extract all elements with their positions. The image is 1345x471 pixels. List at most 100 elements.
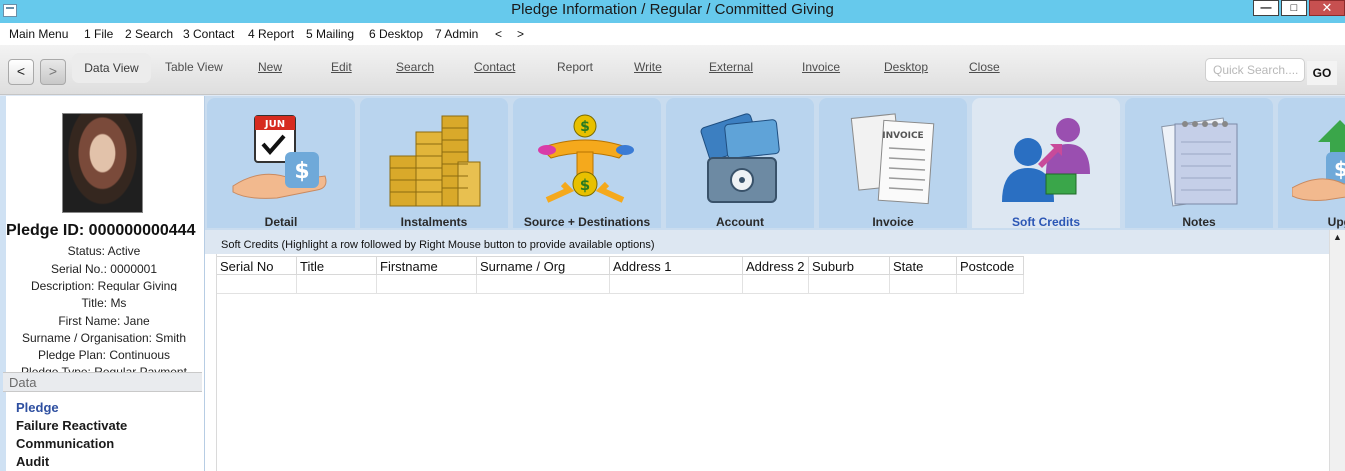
tab-invoice[interactable]: INVOICE Invoice <box>819 98 967 229</box>
quick-search-input[interactable]: Quick Search.... <box>1205 58 1305 82</box>
toolbar: < > Data View Table View New Edit Search… <box>0 45 1345 95</box>
tab-instalments-label: Instalments <box>400 215 468 229</box>
col-address-1[interactable]: Address 1 <box>610 256 743 275</box>
edit-button[interactable]: Edit <box>331 60 352 74</box>
serial-line: Serial No.: 0000001 <box>50 262 158 276</box>
tab-instalments[interactable]: Instalments <box>360 98 508 229</box>
tab-upgrade[interactable]: $ Upgrade <box>1278 98 1345 229</box>
record-summary-panel: Pledge ID: 000000000444 Status: Active S… <box>0 96 205 471</box>
col-firstname[interactable]: Firstname <box>377 256 477 275</box>
menu-main-menu[interactable]: Main Menu <box>9 27 68 41</box>
grid-cell[interactable] <box>610 275 743 294</box>
menu-contact[interactable]: 3 Contact <box>183 27 234 41</box>
maximize-button[interactable]: □ <box>1281 0 1307 16</box>
tab-account[interactable]: Account <box>666 98 814 229</box>
close-window-button[interactable]: ✕ <box>1309 0 1345 16</box>
tab-account-label: Account <box>716 215 764 229</box>
credit-card-safe-icon <box>700 113 780 203</box>
tab-notes-label: Notes <box>1182 215 1216 229</box>
contact-button[interactable]: Contact <box>474 60 515 74</box>
dollar-routing-icon: $ $ <box>538 114 634 203</box>
svg-text:$: $ <box>294 159 309 184</box>
grid-cell[interactable] <box>377 275 477 294</box>
close-label: Close <box>969 60 1000 74</box>
svg-text:$: $ <box>580 176 590 194</box>
svg-text:JUN: JUN <box>264 119 285 130</box>
users-transfer-icon <box>1002 118 1090 202</box>
grid-cell[interactable] <box>217 275 297 294</box>
menu-desktop[interactable]: 6 Desktop <box>369 27 423 41</box>
report-button[interactable]: Report <box>557 60 593 74</box>
title-bar: Pledge Information / Regular / Committed… <box>0 0 1345 23</box>
description-line: Description: Regular Giving <box>30 279 178 291</box>
coin-stacks-icon <box>389 115 481 207</box>
tab-detail[interactable]: JUN $ Detail <box>207 98 355 229</box>
col-suburb[interactable]: Suburb <box>809 256 890 275</box>
window-title: Pledge Information / Regular / Committed… <box>511 1 834 18</box>
grid-cell[interactable] <box>890 275 957 294</box>
invoice-button[interactable]: Invoice <box>802 60 840 74</box>
upgrade-arrow-icon: $ <box>1292 120 1345 201</box>
data-link-failure-reactivate[interactable]: Failure Reactivate <box>16 418 127 433</box>
invoice-document-icon: INVOICE <box>850 113 935 205</box>
menu-search[interactable]: 2 Search <box>125 27 173 41</box>
soft-credits-grid[interactable]: Serial No Title Firstname Surname / Org … <box>216 254 1314 471</box>
menu-bar: Main Menu 1 File 2 Search 3 Contact 4 Re… <box>0 23 1345 45</box>
desktop-button[interactable]: Desktop <box>884 60 928 74</box>
data-section-header: Data <box>3 372 202 392</box>
contact-label: Contact <box>474 60 516 74</box>
search-button[interactable]: Search <box>396 60 434 74</box>
col-serial-no[interactable]: Serial No <box>217 256 297 275</box>
close-button[interactable]: Close <box>969 60 1000 74</box>
forward-button[interactable]: > <box>40 59 66 85</box>
menu-report[interactable]: 4 Report <box>248 27 294 41</box>
menu-mailing[interactable]: 5 Mailing <box>306 27 354 41</box>
tab-notes[interactable]: Notes <box>1125 98 1273 229</box>
title-line: Title: Ms <box>81 296 127 310</box>
grid-cell[interactable] <box>957 275 1024 294</box>
tab-detail-label: Detail <box>264 215 298 229</box>
svg-text:INVOICE: INVOICE <box>882 131 923 141</box>
col-postcode[interactable]: Postcode <box>957 256 1024 275</box>
grid-cell[interactable] <box>743 275 809 294</box>
first-name-line: First Name: Jane <box>58 314 150 328</box>
new-label: New <box>258 60 283 74</box>
data-link-audit[interactable]: Audit <box>16 454 49 469</box>
col-surname-org[interactable]: Surname / Org <box>477 256 610 275</box>
notepad-icon <box>1161 117 1238 207</box>
external-label: External <box>709 60 754 74</box>
grid-cell[interactable] <box>297 275 377 294</box>
tab-source-destinations[interactable]: $ $ Source + Destinations <box>513 98 661 229</box>
menu-back-arrow[interactable]: < <box>495 27 502 41</box>
grid-cell[interactable] <box>477 275 610 294</box>
soft-credits-panel: Soft Credits (Highlight a row followed b… <box>205 230 1345 471</box>
data-view-button[interactable]: Data View <box>72 53 151 83</box>
data-link-pledge[interactable]: Pledge <box>16 400 59 415</box>
calendar-hand-icon: JUN $ <box>232 115 327 199</box>
menu-admin[interactable]: 7 Admin <box>435 27 478 41</box>
menu-forward-arrow[interactable]: > <box>517 27 524 41</box>
tab-strip: JUN $ Detail Instalments $ $ Source + De… <box>205 96 1345 230</box>
back-button[interactable]: < <box>8 59 34 85</box>
grid-cell[interactable] <box>809 275 890 294</box>
scroll-up-arrow-icon[interactable]: ▲ <box>1333 232 1342 242</box>
write-label: Write <box>634 60 662 74</box>
tab-soft-credits[interactable]: Soft Credits <box>972 98 1120 229</box>
table-view-button[interactable]: Table View <box>165 60 223 74</box>
status-line: Status: Active <box>67 244 141 258</box>
new-button[interactable]: New <box>258 60 282 74</box>
vertical-scrollbar[interactable]: ▲ <box>1329 230 1345 471</box>
minimize-button[interactable]: — <box>1253 0 1279 16</box>
col-title[interactable]: Title <box>297 256 377 275</box>
write-button[interactable]: Write <box>634 60 662 74</box>
external-button[interactable]: External <box>709 60 753 74</box>
soft-credits-heading: Soft Credits (Highlight a row followed b… <box>205 230 1329 254</box>
pledge-type-line: Pledge Type: Regular Payment <box>21 365 187 372</box>
go-button[interactable]: GO <box>1307 61 1337 85</box>
data-link-communication[interactable]: Communication <box>16 436 114 451</box>
svg-text:$: $ <box>580 119 590 135</box>
col-address-2[interactable]: Address 2 <box>743 256 809 275</box>
col-state[interactable]: State <box>890 256 957 275</box>
menu-file[interactable]: 1 File <box>84 27 113 41</box>
search-label: Search <box>396 60 435 74</box>
